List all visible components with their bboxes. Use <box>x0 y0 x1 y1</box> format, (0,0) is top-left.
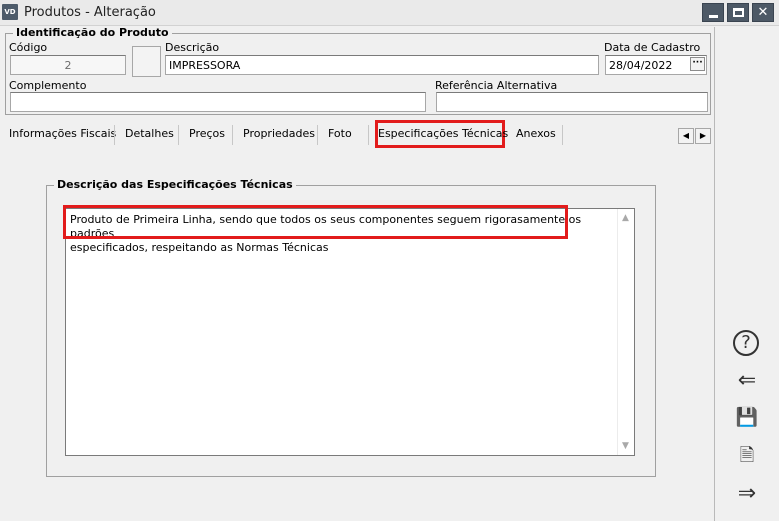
data-cadastro-label: Data de Cadastro <box>604 41 701 54</box>
referencia-alternativa-label: Referência Alternativa <box>435 79 558 92</box>
codigo-field[interactable]: 2 <box>10 55 126 75</box>
title-bar: VD Produtos - Alteração ✕ <box>0 0 779 26</box>
tab-separator <box>368 125 369 145</box>
tab-separator <box>232 125 233 145</box>
tab-anexos[interactable]: Anexos <box>516 127 556 140</box>
tab-informacoes-fiscais[interactable]: Informações Fiscais <box>9 127 116 140</box>
complemento-label: Complemento <box>9 79 87 92</box>
tab-separator <box>178 125 179 145</box>
tab-foto[interactable]: Foto <box>328 127 352 140</box>
technical-specs-title: Descrição das Especificações Técnicas <box>54 178 296 191</box>
product-identification-group: Identificação do Produto Código 2 Descri… <box>5 26 711 115</box>
date-picker-button[interactable]: ··· <box>690 57 705 71</box>
referencia-alternativa-field[interactable] <box>436 92 708 112</box>
technical-specs-group: Descrição das Especificações Técnicas Pr… <box>46 178 656 477</box>
tab-especificacoes-tecnicas[interactable]: Especificações Técnicas <box>375 120 508 148</box>
close-icon: ✕ <box>757 5 769 20</box>
maximize-icon <box>733 8 744 17</box>
close-button[interactable]: ✕ <box>752 3 774 22</box>
technical-specs-textarea[interactable]: Produto de Primeira Linha, sendo que tod… <box>65 208 635 456</box>
minimize-button[interactable] <box>702 3 724 22</box>
back-arrow-icon[interactable]: ⇐ <box>733 367 761 395</box>
codigo-label: Código <box>9 41 48 54</box>
help-icon[interactable]: ? <box>733 330 759 356</box>
chevron-right-icon: ▶ <box>699 131 707 140</box>
tab-propriedades[interactable]: Propriedades <box>243 127 315 140</box>
textarea-scrollbar[interactable]: ▲ ▼ <box>617 209 634 455</box>
tab-scroll-right-button[interactable]: ▶ <box>695 128 711 144</box>
tab-bar: Informações Fiscais Detalhes Preços Prop… <box>0 120 713 148</box>
descricao-field[interactable]: IMPRESSORA <box>165 55 599 75</box>
forward-arrow-icon[interactable]: ⇒ <box>733 480 761 508</box>
tab-scroll-left-button[interactable]: ◀ <box>678 128 694 144</box>
scroll-down-icon[interactable]: ▼ <box>622 441 629 451</box>
scroll-up-icon[interactable]: ▲ <box>622 213 629 223</box>
complemento-field[interactable] <box>10 92 426 112</box>
delete-document-icon[interactable]: 🗎 <box>733 442 761 470</box>
maximize-button[interactable] <box>727 3 749 22</box>
tab-separator <box>114 125 115 145</box>
tab-detalhes[interactable]: Detalhes <box>125 127 174 140</box>
descricao-label: Descrição <box>165 41 220 54</box>
app-icon: VD <box>2 4 18 20</box>
tab-precos[interactable]: Preços <box>189 127 225 140</box>
minimize-icon <box>709 15 718 18</box>
technical-specs-text: Produto de Primeira Linha, sendo que tod… <box>70 213 582 254</box>
product-identification-title: Identificação do Produto <box>13 26 172 39</box>
data-cadastro-value: 28/04/2022 <box>609 59 673 72</box>
save-icon[interactable]: 💾 <box>733 404 761 432</box>
tab-separator <box>317 125 318 145</box>
product-lookup-button[interactable] <box>132 46 161 77</box>
action-panel: ? ⇐ 💾 🗎 ⇒ <box>714 27 779 521</box>
chevron-left-icon: ◀ <box>682 131 690 140</box>
window-title: Produtos - Alteração <box>24 5 156 20</box>
tab-separator <box>562 125 563 145</box>
